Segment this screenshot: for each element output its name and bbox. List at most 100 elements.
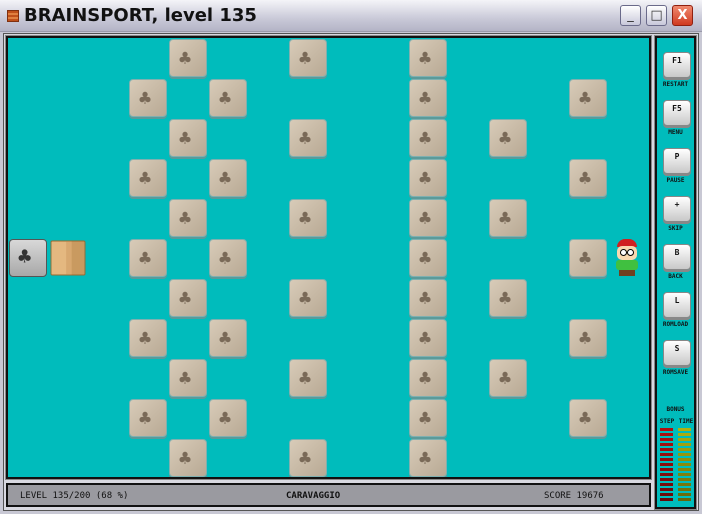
clover-tile: ♣ <box>169 199 207 237</box>
clover-icon: ♣ <box>219 326 232 350</box>
clover-tile: ♣ <box>409 439 447 477</box>
step-bonus-segment <box>660 438 673 441</box>
key-back-button[interactable]: B <box>663 244 691 270</box>
clover-icon: ♣ <box>219 406 232 430</box>
key-label: BACK <box>668 273 683 280</box>
time-bonus-segment <box>678 458 691 461</box>
step-bonus-segment <box>660 493 673 496</box>
key-restart-button[interactable]: F1 <box>663 52 691 78</box>
clover-tile: ♣ <box>409 39 447 77</box>
clover-icon: ♣ <box>419 326 432 350</box>
clover-tile: ♣ <box>489 199 527 237</box>
key-label: ROMLOAD <box>662 321 689 328</box>
clover-tile: ♣ <box>209 319 247 357</box>
clover-icon: ♣ <box>219 166 232 190</box>
key-skip-button[interactable]: + <box>663 196 691 222</box>
clover-icon: ♣ <box>299 126 312 150</box>
clover-icon: ♣ <box>179 46 192 70</box>
maximize-button[interactable]: □ <box>646 5 667 26</box>
clover-icon: ♣ <box>419 446 432 470</box>
title-bar[interactable]: BRAINSPORT, level 135 _ □ X <box>0 0 702 32</box>
clover-tile: ♣ <box>409 159 447 197</box>
clover-icon: ♣ <box>139 86 152 110</box>
clover-tile: ♣ <box>489 119 527 157</box>
status-bar: LEVEL 135/200 (68 %) CARAVAGGIO SCORE 19… <box>6 483 651 507</box>
clover-tile: ♣ <box>569 319 607 357</box>
step-bonus-segment <box>660 488 673 491</box>
key-label: PAUSE <box>666 177 685 184</box>
key-label: RESTART <box>662 81 689 88</box>
key-label: ROMSAVE <box>662 369 689 376</box>
clover-tile: ♣ <box>569 399 607 437</box>
clover-tile: ♣ <box>409 79 447 117</box>
step-bonus-segment <box>660 498 673 501</box>
clover-icon: ♣ <box>179 286 192 310</box>
time-bonus-segment <box>678 428 691 431</box>
clover-tile: ♣ <box>209 399 247 437</box>
clover-tile: ♣ <box>209 79 247 117</box>
clover-icon: ♣ <box>299 46 312 70</box>
clover-tile: ♣ <box>409 119 447 157</box>
clover-tile: ♣ <box>489 279 527 317</box>
gray-clover-tile: ♣ <box>9 239 47 277</box>
clover-icon: ♣ <box>139 166 152 190</box>
game-board[interactable]: ♣ ♣ ♣ ♣ ♣ ♣ ♣ ♣ ♣ ♣ ♣ ♣ ♣ ♣ ♣ ♣ ♣ ♣ ♣ ♣ ♣ ♣ ♣ ♣ ♣ ♣ ♣ ♣ ♣ ♣ ♣ ♣ ♣ ♣ ♣ ♣ ♣ ♣ ♣ ♣… <box>5 35 652 480</box>
key-pause-button[interactable]: P <box>663 148 691 174</box>
clover-tile: ♣ <box>569 79 607 117</box>
clover-icon: ♣ <box>139 246 152 270</box>
time-bonus-segment <box>678 468 691 471</box>
clover-icon: ♣ <box>139 326 152 350</box>
clover-tile: ♣ <box>209 239 247 277</box>
time-bonus-segment <box>678 478 691 481</box>
time-bonus-segment <box>678 493 691 496</box>
step-bonus-segment <box>660 458 673 461</box>
clover-tile: ♣ <box>289 199 327 237</box>
clover-tile: ♣ <box>409 359 447 397</box>
clover-tile: ♣ <box>129 239 167 277</box>
clover-tile: ♣ <box>289 359 327 397</box>
minimize-button[interactable]: _ <box>620 5 641 26</box>
clover-tile: ♣ <box>169 39 207 77</box>
time-bonus-segment <box>678 443 691 446</box>
time-bonus-segment <box>678 483 691 486</box>
player-character <box>609 239 647 277</box>
clover-icon: ♣ <box>299 206 312 230</box>
clover-tile: ♣ <box>409 319 447 357</box>
clover-icon: ♣ <box>219 86 232 110</box>
key-label: MENU <box>668 129 683 136</box>
clover-tile: ♣ <box>489 359 527 397</box>
clover-tile: ♣ <box>289 119 327 157</box>
clover-tile: ♣ <box>129 159 167 197</box>
clover-tile: ♣ <box>209 159 247 197</box>
clover-icon: ♣ <box>579 166 592 190</box>
step-bonus-segment <box>660 463 673 466</box>
clover-tile: ♣ <box>569 159 607 197</box>
clover-tile: ♣ <box>409 399 447 437</box>
key-romload-button[interactable]: L <box>663 292 691 318</box>
step-bonus-segment <box>660 433 673 436</box>
clover-icon: ♣ <box>419 206 432 230</box>
step-bonus-segment <box>660 483 673 486</box>
clover-tile: ♣ <box>129 399 167 437</box>
clover-tile: ♣ <box>409 199 447 237</box>
step-bonus-segment <box>660 448 673 451</box>
clover-icon: ♣ <box>419 246 432 270</box>
close-button[interactable]: X <box>672 5 693 26</box>
sidebar: BONUS STEP TIME F1 RESTART F5 MENU P PAUSE + SK… <box>654 35 697 510</box>
key-menu-button[interactable]: F5 <box>663 100 691 126</box>
clover-icon: ♣ <box>579 246 592 270</box>
key-label: SKIP <box>668 225 683 232</box>
key-romsave-button[interactable]: S <box>663 340 691 366</box>
clover-icon: ♣ <box>419 46 432 70</box>
clover-tile: ♣ <box>129 79 167 117</box>
score: SCORE 19676 <box>544 491 604 501</box>
time-bonus-segment <box>678 453 691 456</box>
clover-icon: ♣ <box>579 406 592 430</box>
clover-icon: ♣ <box>499 286 512 310</box>
step-bonus-segment <box>660 473 673 476</box>
bonus-label: BONUS <box>666 406 685 413</box>
time-bonus-segment <box>678 433 691 436</box>
clover-icon: ♣ <box>419 286 432 310</box>
time-bonus-segment <box>678 473 691 476</box>
step-bonus-segment <box>660 468 673 471</box>
